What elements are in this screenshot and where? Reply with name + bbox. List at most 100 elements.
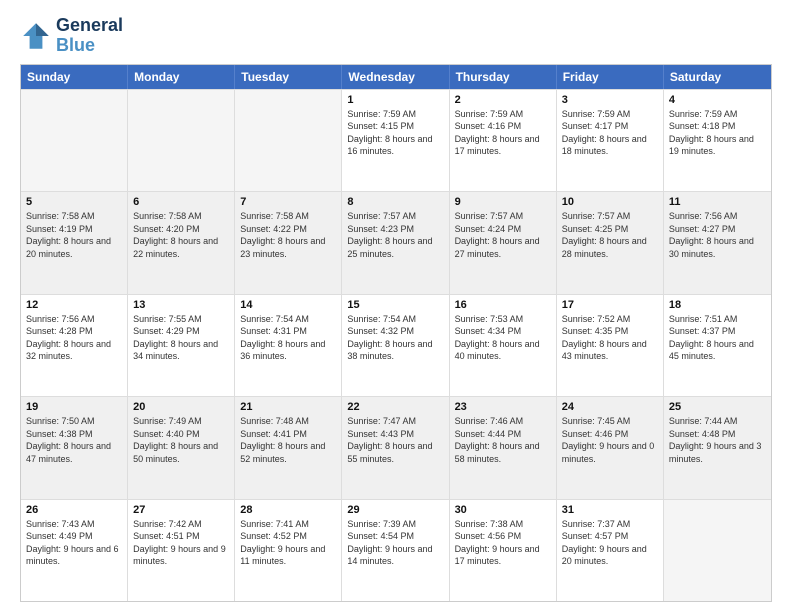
calendar-header-cell: Monday [128,65,235,89]
calendar-cell: 20 Sunrise: 7:49 AM Sunset: 4:40 PM Dayli… [128,397,235,498]
calendar-cell: 3 Sunrise: 7:59 AM Sunset: 4:17 PM Daylig… [557,90,664,191]
cell-content: Sunrise: 7:44 AM Sunset: 4:48 PM Dayligh… [669,415,766,465]
cell-content: Sunrise: 7:49 AM Sunset: 4:40 PM Dayligh… [133,415,229,465]
calendar-cell [235,90,342,191]
logo-text: General Blue [56,16,123,56]
day-number: 16 [455,299,551,311]
cell-content: Sunrise: 7:58 AM Sunset: 4:19 PM Dayligh… [26,210,122,260]
calendar-cell: 8 Sunrise: 7:57 AM Sunset: 4:23 PM Daylig… [342,192,449,293]
calendar-cell [664,500,771,601]
day-number: 28 [240,504,336,516]
calendar-cell: 16 Sunrise: 7:53 AM Sunset: 4:34 PM Dayli… [450,295,557,396]
cell-content: Sunrise: 7:48 AM Sunset: 4:41 PM Dayligh… [240,415,336,465]
cell-content: Sunrise: 7:37 AM Sunset: 4:57 PM Dayligh… [562,518,658,568]
page: General Blue SundayMondayTuesdayWednesda… [0,0,792,612]
calendar-row: 5 Sunrise: 7:58 AM Sunset: 4:19 PM Daylig… [21,191,771,293]
day-number: 1 [347,94,443,106]
calendar-row: 19 Sunrise: 7:50 AM Sunset: 4:38 PM Dayli… [21,396,771,498]
calendar-cell: 11 Sunrise: 7:56 AM Sunset: 4:27 PM Dayli… [664,192,771,293]
calendar-cell: 12Sunrise: 7:56 AM Sunset: 4:28 PM Dayli… [21,295,128,396]
day-number: 15 [347,299,443,311]
logo-icon [20,20,52,52]
day-number: 11 [669,196,766,208]
day-number: 27 [133,504,229,516]
calendar-cell: 26 Sunrise: 7:43 AM Sunset: 4:49 PM Dayli… [21,500,128,601]
day-number: 29 [347,504,443,516]
calendar-cell: 7Sunrise: 7:58 AM Sunset: 4:22 PM Daylig… [235,192,342,293]
calendar-cell: 6Sunrise: 7:58 AM Sunset: 4:20 PM Daylig… [128,192,235,293]
day-number: 18 [669,299,766,311]
day-number: 19 [26,401,122,413]
day-number: 24 [562,401,658,413]
calendar-cell: 1 Sunrise: 7:59 AM Sunset: 4:15 PM Daylig… [342,90,449,191]
calendar-header-cell: Saturday [664,65,771,89]
calendar-header-cell: Thursday [450,65,557,89]
day-number: 7 [240,196,336,208]
cell-content: Sunrise: 7:57 AM Sunset: 4:25 PM Dayligh… [562,210,658,260]
day-number: 5 [26,196,122,208]
calendar-cell: 18 Sunrise: 7:51 AM Sunset: 4:37 PM Dayli… [664,295,771,396]
calendar-cell [21,90,128,191]
day-number: 17 [562,299,658,311]
calendar-cell: 23Sunrise: 7:46 AM Sunset: 4:44 PM Dayli… [450,397,557,498]
calendar-cell: 31 Sunrise: 7:37 AM Sunset: 4:57 PM Dayli… [557,500,664,601]
day-number: 23 [455,401,551,413]
cell-content: Sunrise: 7:56 AM Sunset: 4:28 PM Dayligh… [26,313,122,363]
calendar-cell: 28 Sunrise: 7:41 AM Sunset: 4:52 PM Dayli… [235,500,342,601]
day-number: 20 [133,401,229,413]
calendar-header-cell: Sunday [21,65,128,89]
day-number: 4 [669,94,766,106]
cell-content: Sunrise: 7:45 AM Sunset: 4:46 PM Dayligh… [562,415,658,465]
calendar-cell: 19 Sunrise: 7:50 AM Sunset: 4:38 PM Dayli… [21,397,128,498]
cell-content: Sunrise: 7:59 AM Sunset: 4:17 PM Dayligh… [562,108,658,158]
day-number: 3 [562,94,658,106]
calendar-cell: 5 Sunrise: 7:58 AM Sunset: 4:19 PM Daylig… [21,192,128,293]
calendar-cell: 21Sunrise: 7:48 AM Sunset: 4:41 PM Dayli… [235,397,342,498]
cell-content: Sunrise: 7:59 AM Sunset: 4:15 PM Dayligh… [347,108,443,158]
calendar-cell: 14Sunrise: 7:54 AM Sunset: 4:31 PM Dayli… [235,295,342,396]
calendar-cell: 4 Sunrise: 7:59 AM Sunset: 4:18 PM Daylig… [664,90,771,191]
day-number: 13 [133,299,229,311]
calendar: SundayMondayTuesdayWednesdayThursdayFrid… [20,64,772,602]
cell-content: Sunrise: 7:47 AM Sunset: 4:43 PM Dayligh… [347,415,443,465]
cell-content: Sunrise: 7:59 AM Sunset: 4:16 PM Dayligh… [455,108,551,158]
day-number: 2 [455,94,551,106]
cell-content: Sunrise: 7:43 AM Sunset: 4:49 PM Dayligh… [26,518,122,568]
cell-content: Sunrise: 7:50 AM Sunset: 4:38 PM Dayligh… [26,415,122,465]
cell-content: Sunrise: 7:54 AM Sunset: 4:31 PM Dayligh… [240,313,336,363]
cell-content: Sunrise: 7:38 AM Sunset: 4:56 PM Dayligh… [455,518,551,568]
calendar-cell: 17 Sunrise: 7:52 AM Sunset: 4:35 PM Dayli… [557,295,664,396]
calendar-cell: 9 Sunrise: 7:57 AM Sunset: 4:24 PM Daylig… [450,192,557,293]
cell-content: Sunrise: 7:41 AM Sunset: 4:52 PM Dayligh… [240,518,336,568]
day-number: 6 [133,196,229,208]
calendar-cell: 24 Sunrise: 7:45 AM Sunset: 4:46 PM Dayli… [557,397,664,498]
calendar-body: 1 Sunrise: 7:59 AM Sunset: 4:15 PM Daylig… [21,89,771,601]
calendar-row: 12Sunrise: 7:56 AM Sunset: 4:28 PM Dayli… [21,294,771,396]
calendar-row: 26 Sunrise: 7:43 AM Sunset: 4:49 PM Dayli… [21,499,771,601]
cell-content: Sunrise: 7:53 AM Sunset: 4:34 PM Dayligh… [455,313,551,363]
calendar-cell: 29 Sunrise: 7:39 AM Sunset: 4:54 PM Dayli… [342,500,449,601]
day-number: 8 [347,196,443,208]
calendar-cell: 2 Sunrise: 7:59 AM Sunset: 4:16 PM Daylig… [450,90,557,191]
day-number: 22 [347,401,443,413]
cell-content: Sunrise: 7:39 AM Sunset: 4:54 PM Dayligh… [347,518,443,568]
calendar-cell: 15 Sunrise: 7:54 AM Sunset: 4:32 PM Dayli… [342,295,449,396]
day-number: 9 [455,196,551,208]
cell-content: Sunrise: 7:57 AM Sunset: 4:24 PM Dayligh… [455,210,551,260]
cell-content: Sunrise: 7:57 AM Sunset: 4:23 PM Dayligh… [347,210,443,260]
calendar-cell: 27 Sunrise: 7:42 AM Sunset: 4:51 PM Dayli… [128,500,235,601]
day-number: 26 [26,504,122,516]
cell-content: Sunrise: 7:52 AM Sunset: 4:35 PM Dayligh… [562,313,658,363]
cell-content: Sunrise: 7:59 AM Sunset: 4:18 PM Dayligh… [669,108,766,158]
cell-content: Sunrise: 7:54 AM Sunset: 4:32 PM Dayligh… [347,313,443,363]
day-number: 30 [455,504,551,516]
calendar-cell [128,90,235,191]
cell-content: Sunrise: 7:42 AM Sunset: 4:51 PM Dayligh… [133,518,229,568]
cell-content: Sunrise: 7:51 AM Sunset: 4:37 PM Dayligh… [669,313,766,363]
calendar-cell: 22 Sunrise: 7:47 AM Sunset: 4:43 PM Dayli… [342,397,449,498]
cell-content: Sunrise: 7:55 AM Sunset: 4:29 PM Dayligh… [133,313,229,363]
day-number: 31 [562,504,658,516]
calendar-row: 1 Sunrise: 7:59 AM Sunset: 4:15 PM Daylig… [21,89,771,191]
header: General Blue [20,16,772,56]
cell-content: Sunrise: 7:56 AM Sunset: 4:27 PM Dayligh… [669,210,766,260]
